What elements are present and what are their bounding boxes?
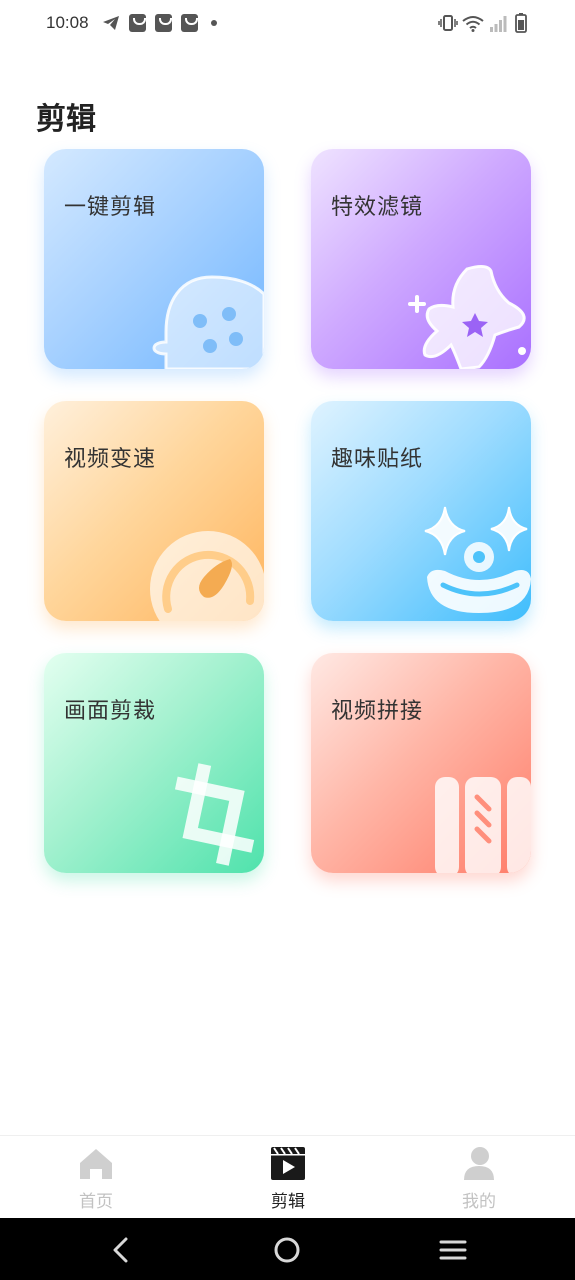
tab-label: 首页 [79, 1192, 113, 1212]
card-effects-filters[interactable]: 特效滤镜 [311, 149, 531, 369]
wifi-icon [462, 16, 484, 32]
bottom-navigation: 首页 剪辑 我的 [0, 1135, 575, 1218]
back-icon[interactable] [106, 1234, 138, 1266]
video-splice-icon [435, 777, 531, 873]
tab-label: 我的 [462, 1192, 496, 1212]
video-clip-icon [271, 1147, 305, 1180]
card-label: 视频变速 [64, 447, 157, 472]
status-time: 10:08 [46, 13, 89, 32]
system-navigation-bar [0, 1218, 575, 1280]
shopping-bag-icon [181, 14, 198, 32]
card-frame-crop[interactable]: 画面剪裁 [44, 653, 264, 873]
home-icon [80, 1149, 112, 1179]
magic-star-icon [408, 264, 526, 369]
vibrate-icon [438, 15, 458, 31]
telegram-icon [103, 16, 119, 30]
shopping-bag-icon [155, 14, 172, 32]
tab-mine[interactable]: 我的 [419, 1136, 539, 1219]
tab-home[interactable]: 首页 [36, 1136, 156, 1219]
status-bar: 10:08 [0, 0, 575, 48]
card-fun-stickers[interactable]: 趣味贴纸 [311, 401, 531, 621]
user-icon [464, 1147, 494, 1180]
sticker-face-icon [424, 506, 531, 613]
tab-edit[interactable]: 剪辑 [228, 1136, 348, 1219]
shopping-bag-icon [129, 14, 146, 32]
card-video-splice[interactable]: 视频拼接 [311, 653, 531, 873]
card-video-speed[interactable]: 视频变速 [44, 401, 264, 621]
card-label: 视频拼接 [331, 699, 424, 724]
signal-icon [490, 16, 507, 32]
card-label: 画面剪裁 [64, 699, 157, 724]
menu-icon[interactable] [437, 1234, 469, 1266]
dot-icon [211, 20, 217, 26]
tab-label: 剪辑 [271, 1192, 305, 1212]
crop-icon [174, 763, 255, 866]
card-label: 特效滤镜 [331, 195, 424, 220]
card-label: 一键剪辑 [64, 195, 157, 220]
speedometer-icon [150, 531, 264, 621]
card-one-click-edit[interactable]: 一键剪辑 [44, 149, 264, 369]
battery-icon [515, 13, 527, 33]
film-reel-icon [152, 275, 264, 369]
card-label: 趣味贴纸 [331, 447, 424, 472]
page-title: 剪辑 [36, 102, 96, 137]
home-circle-icon[interactable] [271, 1234, 303, 1266]
